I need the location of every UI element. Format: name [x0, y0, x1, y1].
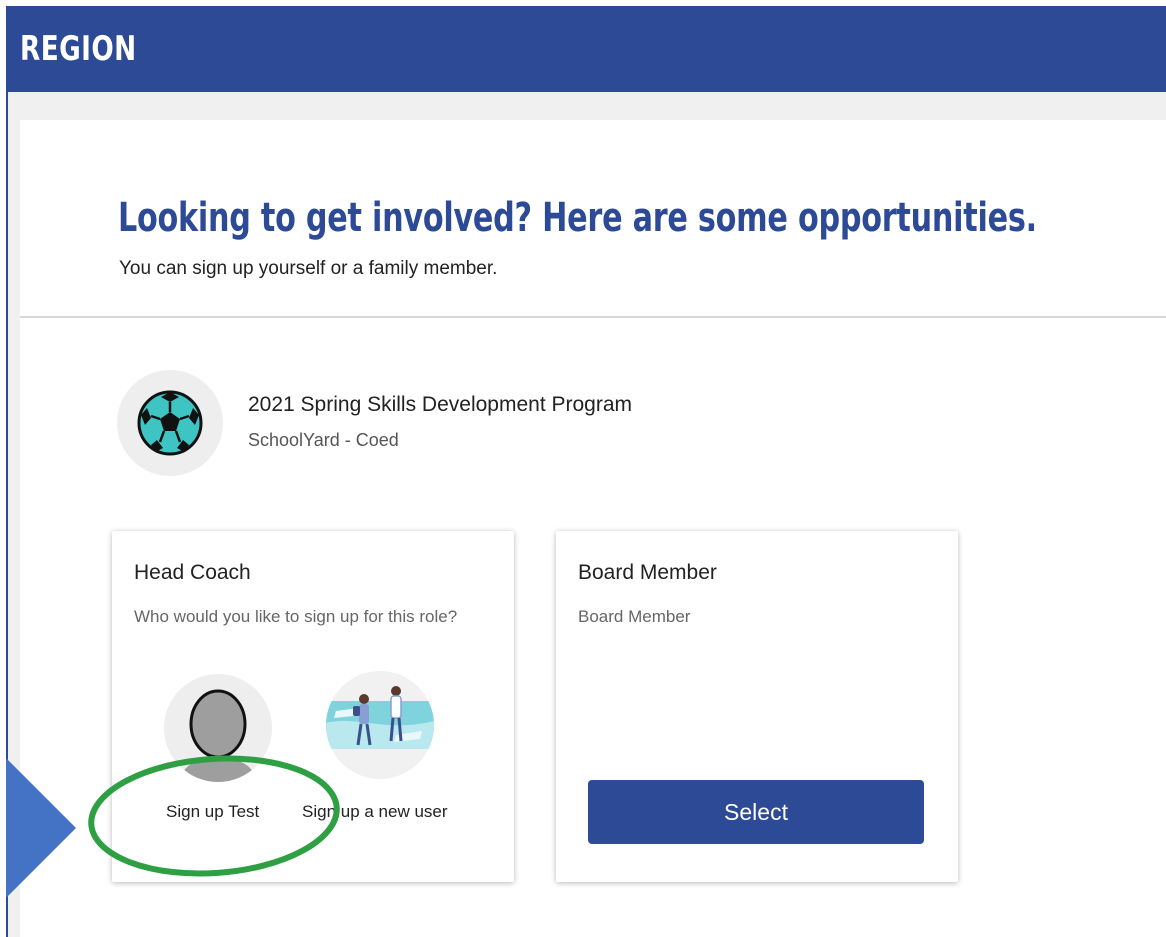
top-bar: REGION	[6, 6, 1166, 92]
role-description: Board Member	[578, 607, 691, 626]
role-description: Who would you like to sign up for this r…	[134, 607, 458, 626]
page-headline: Looking to get involved? Here are some o…	[118, 195, 1037, 241]
brand-logo-text[interactable]: REGION	[20, 29, 137, 69]
role-card-board-member: Board Member Board Member Select	[556, 531, 958, 882]
sign-up-new-user-avatar[interactable]	[326, 671, 434, 779]
section-divider	[20, 316, 1166, 318]
soccer-ball-icon	[137, 390, 203, 456]
pointer-arrow-annotation	[6, 758, 76, 898]
page-subheadline: You can sign up yourself or a family mem…	[119, 258, 498, 279]
program-subtitle: SchoolYard - Coed	[248, 430, 399, 450]
page-background-band	[8, 92, 1166, 120]
role-title: Head Coach	[134, 561, 251, 584]
highlight-circle-annotation	[88, 755, 340, 877]
people-illustration-icon	[326, 686, 434, 749]
program-avatar	[117, 370, 223, 476]
select-button[interactable]: Select	[588, 780, 924, 844]
program-title: 2021 Spring Skills Development Program	[248, 393, 633, 416]
role-title: Board Member	[578, 561, 717, 584]
page: REGION Looking to get involved? Here are…	[0, 0, 1166, 937]
